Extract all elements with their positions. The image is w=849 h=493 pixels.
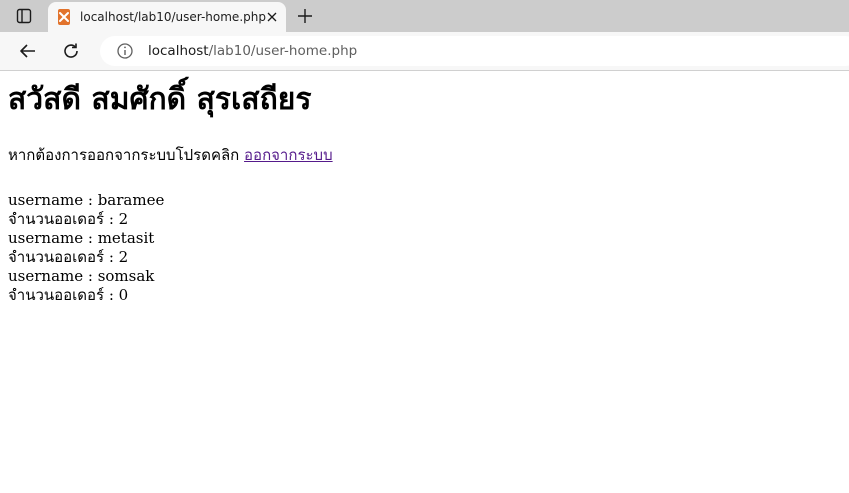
- username-line: username : somsak: [8, 267, 155, 285]
- browser-tab[interactable]: localhost/lab10/user-home.php: [48, 2, 286, 32]
- logout-line: หากต้องการออกจากระบบโปรดคลิก ออกจากระบบ: [8, 145, 841, 165]
- url-text[interactable]: localhost/lab10/user-home.php: [148, 43, 357, 59]
- xampp-favicon-icon: [58, 9, 71, 25]
- logout-instruction: หากต้องการออกจากระบบโปรดคลิก: [8, 146, 240, 164]
- username-line: username : baramee: [8, 191, 165, 209]
- logout-link[interactable]: ออกจากระบบ: [244, 146, 333, 164]
- page-content: สวัสดี สมศักดิ์ สุรเสถียร หากต้องการออกจ…: [0, 81, 849, 305]
- browser-toolbar: localhost/lab10/user-home.php: [0, 32, 849, 71]
- new-tab-icon[interactable]: [294, 5, 316, 27]
- close-tab-icon[interactable]: [266, 9, 278, 25]
- tab-title: localhost/lab10/user-home.php: [80, 10, 266, 24]
- info-icon[interactable]: [116, 42, 134, 60]
- order-count-line: จำนวนออเดอร์ : 0: [8, 286, 129, 304]
- tab-strip: localhost/lab10/user-home.php: [0, 0, 849, 32]
- url-path: /lab10/user-home.php: [208, 43, 358, 59]
- tab-actions-icon[interactable]: [8, 4, 40, 28]
- page-title: สวัสดี สมศักดิ์ สุรเสถียร: [8, 82, 312, 117]
- url-host: localhost: [148, 43, 209, 59]
- address-bar[interactable]: localhost/lab10/user-home.php: [100, 36, 849, 66]
- order-count-line: จำนวนออเดอร์ : 2: [8, 248, 129, 266]
- order-count-line: จำนวนออเดอร์ : 2: [8, 210, 129, 228]
- user-order-list: username : baramee จำนวนออเดอร์ : 2 user…: [8, 191, 841, 305]
- username-line: username : metasit: [8, 229, 155, 247]
- back-arrow-icon[interactable]: [16, 39, 40, 63]
- refresh-icon[interactable]: [59, 39, 83, 63]
